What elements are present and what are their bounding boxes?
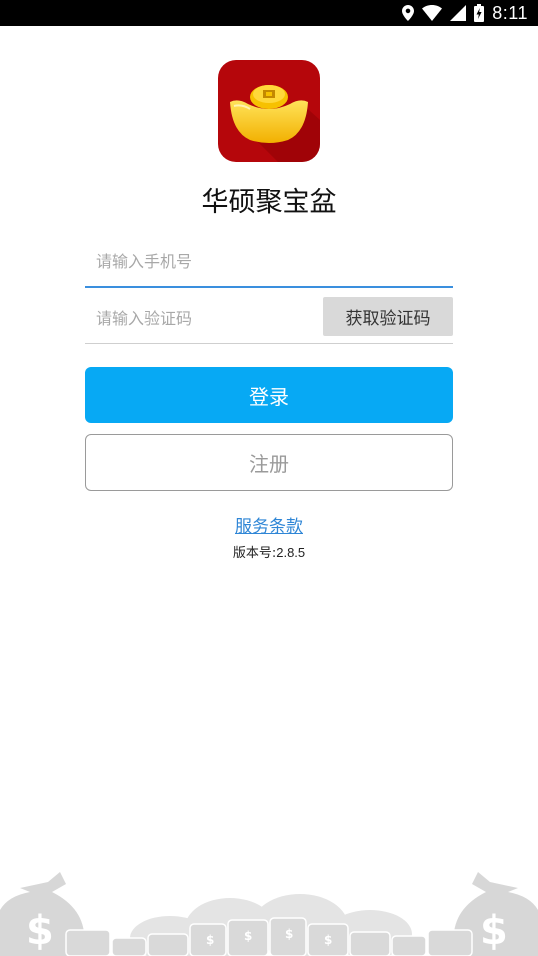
- phone-input[interactable]: [85, 236, 453, 286]
- login-button[interactable]: 登录: [85, 367, 453, 423]
- status-icons: 8:11: [402, 0, 528, 26]
- register-button[interactable]: 注册: [85, 434, 453, 491]
- app-logo: [218, 60, 320, 162]
- battery-icon: [474, 4, 485, 22]
- app-name: 华硕聚宝盆: [201, 187, 337, 218]
- svg-text:$: $: [244, 929, 252, 943]
- svg-text:$: $: [26, 908, 54, 954]
- svg-text:$: $: [206, 933, 214, 947]
- gold-ingot-icon: [230, 85, 320, 162]
- footer-illustration: $ $ $ $ $ $: [0, 858, 538, 956]
- svg-text:$: $: [324, 933, 332, 947]
- svg-text:$: $: [285, 927, 293, 941]
- code-field: 获取验证码: [85, 294, 453, 344]
- version-value: 2.8.5: [276, 545, 306, 560]
- svg-text:$: $: [480, 908, 508, 954]
- cell-signal-icon: [450, 5, 467, 21]
- version-text: 版本号:2.8.5: [0, 542, 538, 561]
- status-bar: 8:11: [0, 0, 538, 26]
- phone-field: [85, 236, 453, 288]
- location-icon: [402, 5, 415, 21]
- wifi-icon: [422, 5, 443, 21]
- verification-code-input[interactable]: [85, 294, 315, 343]
- terms-link[interactable]: 服务条款: [0, 512, 538, 537]
- status-time: 8:11: [492, 2, 528, 23]
- get-code-button[interactable]: 获取验证码: [323, 297, 453, 336]
- version-label: 版本号:: [232, 546, 277, 561]
